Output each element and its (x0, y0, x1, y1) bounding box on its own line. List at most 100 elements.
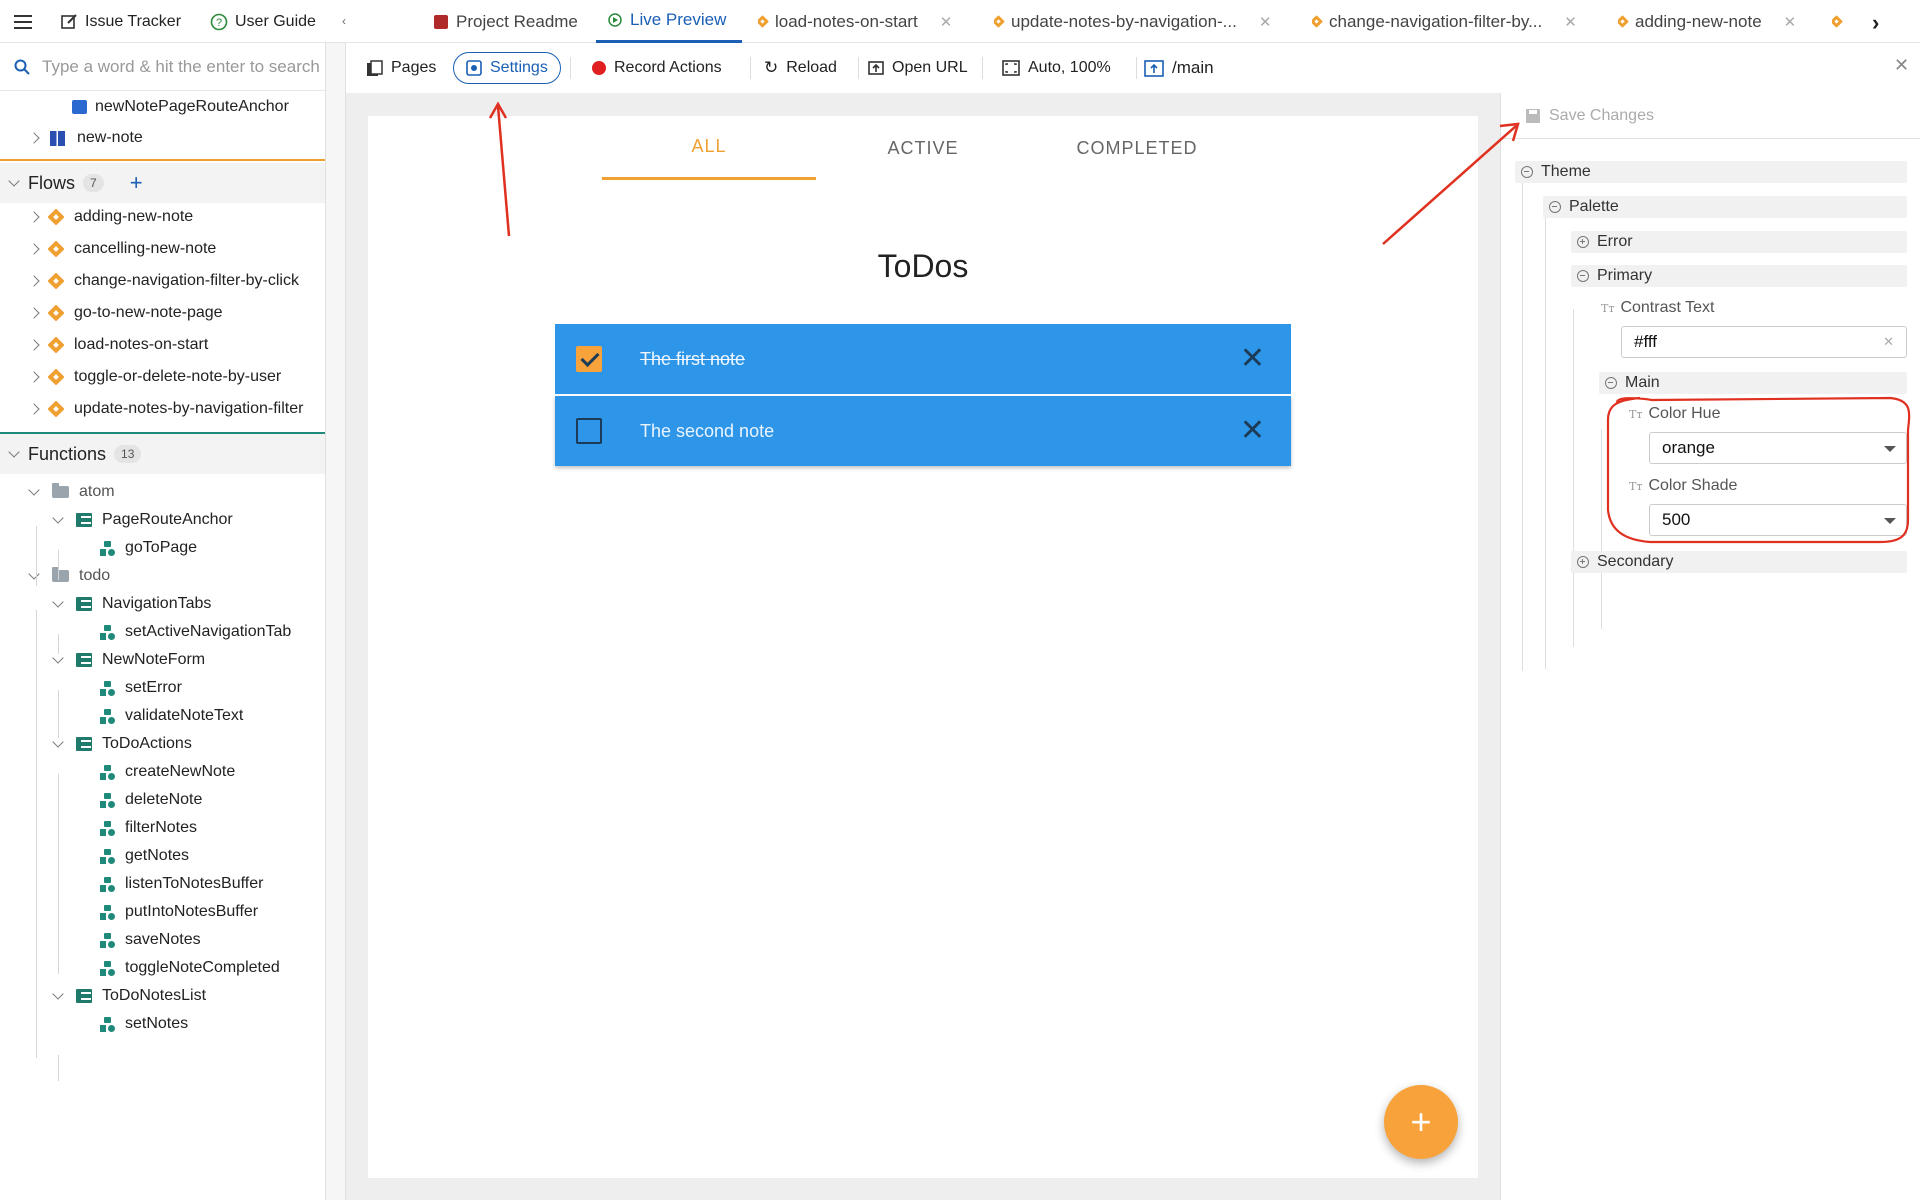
close-icon[interactable]: ✕ (1784, 13, 1797, 31)
collapse-icon[interactable] (1549, 201, 1561, 213)
component-item[interactable]: ToDoNotesList (52, 982, 206, 1010)
search-bar[interactable]: Type a word & hit the enter to search (0, 43, 325, 91)
search-input[interactable]: Type a word & hit the enter to search (42, 57, 320, 77)
component-item[interactable]: NewNoteForm (52, 646, 205, 674)
reload-button[interactable]: ↻ Reload (764, 52, 837, 84)
tab-project-readme[interactable]: Project Readme (434, 0, 584, 43)
flow-item[interactable]: go-to-new-note-page (28, 299, 223, 327)
tab-load-notes-on-start[interactable]: load-notes-on-start ✕ (758, 0, 962, 43)
tab-completed[interactable]: COMPLETED (1030, 116, 1244, 180)
flow-item[interactable]: adding-new-note (28, 203, 193, 231)
tab-live-preview[interactable]: Live Preview (596, 0, 742, 43)
zoom-button[interactable]: Auto, 100% (1002, 52, 1111, 84)
chevron-down-icon[interactable] (28, 484, 40, 496)
function-item[interactable]: deleteNote (78, 786, 202, 814)
pages-button[interactable]: Pages (366, 52, 436, 84)
close-icon[interactable]: ✕ (1564, 13, 1577, 31)
chevron-right-icon[interactable] (28, 339, 40, 351)
record-actions-button[interactable]: Record Actions (592, 52, 722, 84)
settings-button[interactable]: Settings (453, 52, 561, 84)
flows-section-header[interactable]: Flows 7 + (0, 163, 325, 203)
functions-section-header[interactable]: Functions 13 (0, 434, 325, 474)
expand-icon[interactable] (1577, 236, 1589, 248)
function-item[interactable]: validateNoteText (78, 702, 243, 730)
list-item[interactable]: newNotePageRouteAnchor (72, 93, 289, 121)
add-note-fab[interactable]: + (1384, 1085, 1458, 1159)
chevron-down-icon[interactable] (52, 736, 64, 748)
save-changes-button[interactable]: Save Changes (1525, 107, 1654, 125)
note-item-2[interactable]: The second note ✕ (555, 396, 1291, 466)
function-item[interactable]: goToPage (78, 534, 197, 562)
function-item[interactable]: putIntoNotesBuffer (78, 898, 258, 926)
close-icon[interactable]: ✕ (940, 13, 953, 31)
chevron-down-icon[interactable] (52, 988, 64, 1000)
delete-note-icon[interactable]: ✕ (1240, 416, 1265, 446)
tab-active[interactable]: ACTIVE (816, 116, 1030, 180)
chevron-down-icon[interactable] (8, 446, 20, 458)
function-item[interactable]: createNewNote (78, 758, 235, 786)
add-flow-button[interactable]: + (130, 170, 143, 196)
close-icon[interactable]: ✕ (1894, 55, 1909, 76)
close-icon[interactable]: ✕ (1259, 13, 1272, 31)
note-checkbox[interactable] (576, 346, 602, 372)
function-item[interactable]: setActiveNavigationTab (78, 618, 291, 646)
tree-node-palette[interactable]: Palette (1543, 196, 1907, 218)
component-item[interactable]: NavigationTabs (52, 590, 211, 618)
function-item[interactable]: getNotes (78, 842, 189, 870)
tree-node-main[interactable]: Main (1599, 372, 1907, 394)
chevron-down-icon[interactable] (52, 512, 64, 524)
function-item[interactable]: saveNotes (78, 926, 201, 954)
chevron-right-icon[interactable] (28, 211, 40, 223)
chevron-right-icon[interactable] (28, 307, 40, 319)
tree-node-error[interactable]: Error (1571, 231, 1907, 253)
contrast-text-input[interactable]: #fff ✕ (1621, 326, 1907, 358)
function-item[interactable]: listenToNotesBuffer (78, 870, 263, 898)
tree-node-secondary[interactable]: Secondary (1571, 551, 1907, 573)
function-item[interactable]: toggleNoteCompleted (78, 954, 280, 982)
function-item[interactable]: setError (78, 674, 182, 702)
collapse-icon[interactable] (1521, 166, 1533, 178)
tab-overflow[interactable] (1832, 0, 1852, 43)
flow-item[interactable]: cancelling-new-note (28, 235, 216, 263)
function-item[interactable]: setNotes (78, 1010, 188, 1038)
tab-change-navigation-filter[interactable]: change-navigation-filter-by... ✕ (1312, 0, 1592, 43)
chevron-right-icon[interactable] (28, 132, 40, 144)
route-button[interactable]: /main (1144, 52, 1214, 84)
expand-icon[interactable] (1577, 556, 1589, 568)
tab-update-notes-by-navigation[interactable]: update-notes-by-navigation-... ✕ (994, 0, 1278, 43)
list-item[interactable]: new-note (28, 124, 143, 152)
tabs-scroll-left-icon[interactable]: ‹ (342, 14, 346, 28)
delete-note-icon[interactable]: ✕ (1240, 344, 1265, 374)
flow-item[interactable]: update-notes-by-navigation-filter (28, 395, 303, 423)
folder-item[interactable]: atom (28, 478, 115, 506)
note-checkbox[interactable] (576, 418, 602, 444)
chevron-right-icon[interactable] (28, 243, 40, 255)
sidebar-scroll-track[interactable] (326, 43, 346, 1200)
chevron-down-icon[interactable] (28, 568, 40, 580)
chevron-down-icon[interactable] (52, 652, 64, 664)
flow-item[interactable]: toggle-or-delete-note-by-user (28, 363, 281, 391)
tree-node-primary[interactable]: Primary (1571, 265, 1907, 287)
component-item[interactable]: ToDoActions (52, 730, 192, 758)
tabs-scroll-right-icon[interactable]: › (1872, 10, 1879, 36)
flow-item[interactable]: change-navigation-filter-by-click (28, 267, 299, 295)
chevron-right-icon[interactable] (28, 275, 40, 287)
component-item[interactable]: PageRouteAnchor (52, 506, 233, 534)
clear-icon[interactable]: ✕ (1883, 334, 1894, 350)
flow-item[interactable]: load-notes-on-start (28, 331, 208, 359)
tab-all[interactable]: ALL (602, 116, 816, 180)
tree-node-theme[interactable]: Theme (1515, 161, 1907, 183)
note-item-1[interactable]: The first note ✕ (555, 324, 1291, 394)
menu-button[interactable] (14, 0, 32, 43)
chevron-down-icon[interactable] (8, 175, 20, 187)
chevron-right-icon[interactable] (28, 403, 40, 415)
collapse-icon[interactable] (1605, 377, 1617, 389)
function-item[interactable]: filterNotes (78, 814, 197, 842)
open-url-button[interactable]: Open URL (868, 52, 968, 84)
folder-item[interactable]: todo (28, 562, 110, 590)
collapse-icon[interactable] (1577, 270, 1589, 282)
issue-tracker-button[interactable]: Issue Tracker (60, 0, 181, 43)
color-hue-select[interactable]: orange (1649, 432, 1907, 464)
user-guide-button[interactable]: ? User Guide (210, 0, 316, 43)
color-shade-select[interactable]: 500 (1649, 504, 1907, 536)
